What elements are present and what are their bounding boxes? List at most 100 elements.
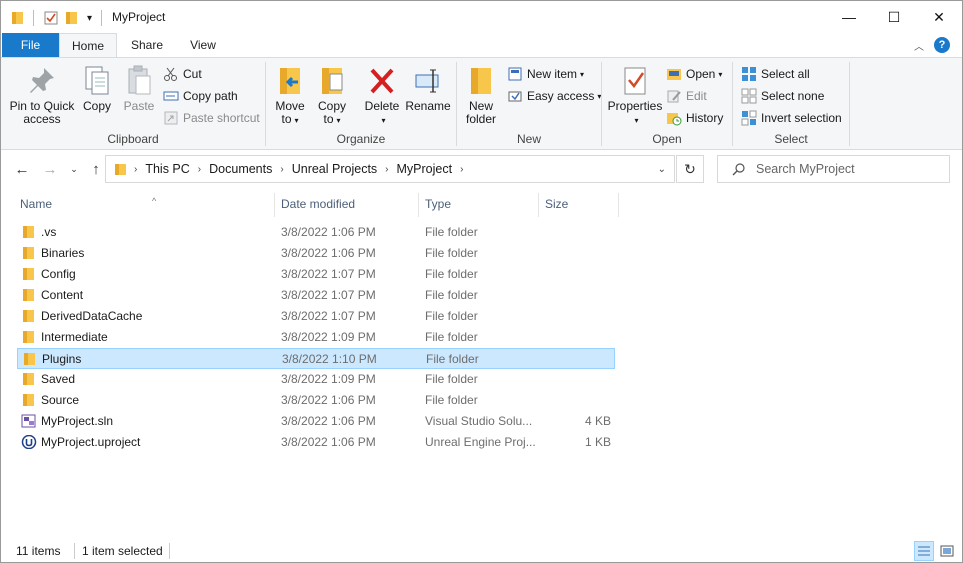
chevron-right-icon[interactable]: ›: [460, 164, 463, 175]
move-to-button[interactable]: Move to ▾: [272, 64, 308, 127]
refresh-icon[interactable]: ↻: [676, 155, 704, 183]
file-row[interactable]: Config 3/8/2022 1:07 PM File folder: [17, 264, 615, 285]
file-row[interactable]: MyProject.sln 3/8/2022 1:06 PM Visual Stud…: [17, 411, 615, 432]
paste-shortcut-icon: [164, 111, 178, 125]
new-item-button[interactable]: New item ▾: [507, 64, 584, 84]
copy-button[interactable]: Copy: [79, 64, 115, 113]
select-none-icon: [741, 88, 757, 104]
file-date-modified: 3/8/2022 1:06 PM: [281, 225, 376, 239]
visual-studio-icon: [21, 414, 36, 428]
column-header-date[interactable]: Date modified: [275, 191, 418, 217]
breadcrumb-this-pc[interactable]: This PC: [145, 162, 189, 176]
properties-quick-icon[interactable]: [43, 9, 59, 27]
details-view-icon[interactable]: [914, 541, 934, 561]
rename-icon: [415, 69, 439, 93]
file-row[interactable]: .vs 3/8/2022 1:06 PM File folder: [17, 222, 615, 243]
minimize-button[interactable]: —: [826, 1, 872, 33]
file-size: 1 KB: [584, 435, 611, 449]
breadcrumb-documents[interactable]: Documents: [209, 162, 272, 176]
edit-button[interactable]: Edit: [666, 86, 707, 106]
chevron-right-icon[interactable]: ›: [134, 164, 137, 175]
search-icon: [732, 163, 745, 176]
file-date-modified: 3/8/2022 1:06 PM: [281, 435, 376, 449]
close-button[interactable]: ✕: [916, 1, 962, 33]
select-none-button[interactable]: Select none: [741, 86, 824, 106]
select-all-icon: [742, 67, 756, 81]
rename-button[interactable]: Rename: [405, 64, 451, 113]
maximize-button[interactable]: ☐: [871, 1, 917, 33]
open-button[interactable]: Open ▾: [666, 64, 722, 84]
file-row[interactable]: Content 3/8/2022 1:07 PM File folder: [17, 285, 615, 306]
properties-button[interactable]: Properties ▾: [606, 64, 664, 127]
large-icons-view-icon[interactable]: [937, 541, 957, 561]
new-folder-button[interactable]: New folder: [463, 64, 499, 126]
column-header-type[interactable]: Type: [419, 191, 538, 217]
breadcrumb-unreal-projects[interactable]: Unreal Projects: [292, 162, 377, 176]
tab-file[interactable]: File: [2, 33, 59, 57]
history-button[interactable]: History: [666, 108, 723, 128]
tab-share[interactable]: Share: [117, 33, 177, 57]
copy-to-button[interactable]: Copy to ▾: [314, 64, 350, 127]
file-name: Saved: [41, 372, 76, 386]
file-type: File folder: [425, 309, 478, 323]
chevron-right-icon[interactable]: ›: [385, 164, 388, 175]
open-group-label: Open: [652, 132, 682, 146]
chevron-right-icon[interactable]: ›: [198, 164, 201, 175]
back-arrow-icon[interactable]: ←: [11, 157, 33, 181]
easy-access-button[interactable]: Easy access ▾: [507, 86, 601, 106]
search-input[interactable]: Search MyProject: [717, 155, 950, 183]
file-date-modified: 3/8/2022 1:06 PM: [281, 414, 376, 428]
file-type: File folder: [425, 372, 478, 386]
file-row[interactable]: DerivedDataCache 3/8/2022 1:07 PM File fol…: [17, 306, 615, 327]
recent-locations-chevron-icon[interactable]: ⌄: [63, 157, 85, 181]
unreal-engine-icon: [21, 435, 37, 449]
new-group-label: New: [516, 132, 541, 146]
tab-home[interactable]: Home: [59, 33, 117, 58]
paste-button[interactable]: Paste: [119, 64, 159, 113]
cut-button[interactable]: Cut: [163, 64, 202, 84]
tab-view[interactable]: View: [177, 33, 229, 57]
delete-x-icon: [370, 68, 394, 94]
pin-to-quick-access-button[interactable]: Pin to Quick access: [7, 64, 77, 126]
file-row[interactable]: Plugins 3/8/2022 1:10 PM File folder: [17, 348, 615, 369]
customize-quick-access-icon[interactable]: ▾: [87, 9, 92, 27]
file-date-modified: 3/8/2022 1:07 PM: [281, 288, 376, 302]
new-folder-icon: [471, 68, 491, 94]
file-type: File folder: [425, 267, 478, 281]
delete-button[interactable]: Delete ▾: [362, 64, 402, 127]
breadcrumb-myproject[interactable]: MyProject: [397, 162, 453, 176]
column-header-size[interactable]: Size: [539, 191, 618, 217]
new-folder-quick-icon[interactable]: [65, 9, 79, 27]
file-type: File folder: [425, 288, 478, 302]
column-header-name[interactable]: ^ Name: [14, 191, 274, 217]
address-dropdown-icon[interactable]: ⌄: [658, 164, 666, 175]
up-arrow-icon[interactable]: ↑: [85, 157, 107, 181]
file-row[interactable]: Saved 3/8/2022 1:09 PM File folder: [17, 369, 615, 390]
chevron-right-icon[interactable]: ›: [280, 164, 283, 175]
file-row[interactable]: Binaries 3/8/2022 1:06 PM File folder: [17, 243, 615, 264]
file-name: Content: [41, 288, 84, 302]
file-row[interactable]: Source 3/8/2022 1:06 PM File folder: [17, 390, 615, 411]
copy-path-button[interactable]: Copy path: [163, 86, 238, 106]
folder-icon: [23, 394, 34, 406]
file-row[interactable]: Intermediate 3/8/2022 1:09 PM File folder: [17, 327, 615, 348]
ribbon-tabs: File Home Share View ︿ ?: [1, 33, 962, 58]
selection-count: 1 item selected: [82, 544, 163, 558]
new-item-icon: [508, 67, 522, 81]
paste-icon: [128, 65, 151, 95]
invert-selection-icon: [741, 110, 757, 126]
file-row[interactable]: MyProject.uproject 3/8/2022 1:06 PM Unreal…: [17, 432, 615, 453]
help-icon[interactable]: ?: [934, 37, 950, 53]
select-all-button[interactable]: Select all: [741, 64, 810, 84]
copy-to-icon: [322, 68, 343, 94]
move-to-icon: [280, 68, 300, 94]
paste-shortcut-button[interactable]: Paste shortcut: [163, 108, 260, 128]
invert-selection-button[interactable]: Invert selection: [741, 108, 842, 128]
folder-icon: [23, 373, 34, 385]
open-icon: [667, 69, 681, 80]
sort-ascending-icon: ^: [152, 196, 157, 206]
forward-arrow-icon[interactable]: →: [39, 157, 61, 181]
window-title: MyProject: [112, 10, 166, 24]
expand-ribbon-icon[interactable]: ︿: [914, 38, 924, 53]
address-bar[interactable]: › This PC › Documents › Unreal Projects …: [105, 155, 675, 183]
